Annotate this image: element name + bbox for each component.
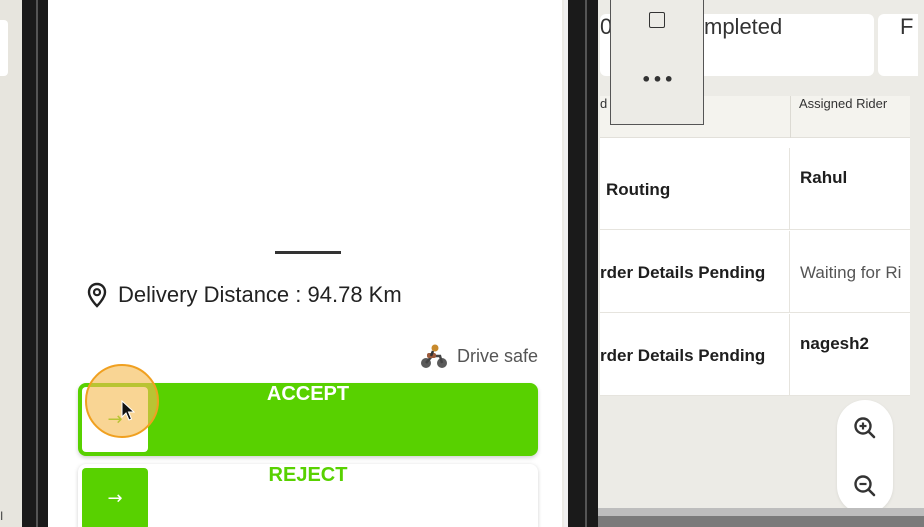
table-row[interactable]: rder Details Pending nagesh2 (600, 314, 910, 396)
reject-button[interactable]: → REJECT (78, 464, 538, 527)
bezel-edge (564, 0, 568, 527)
header-divider (790, 96, 791, 138)
zoom-out-icon (854, 475, 876, 497)
rider-icon (420, 344, 447, 368)
cursor-icon (121, 400, 135, 421)
rider-name: Waiting for Ri (800, 263, 902, 282)
orders-table: d Assigned Rider Routing Rahul rder Deta… (600, 96, 910, 396)
table-row[interactable]: rder Details Pending Waiting for Ri (600, 231, 910, 313)
status-text: Routing (606, 180, 671, 199)
bottom-scrollbar[interactable] (598, 508, 924, 527)
tab-next[interactable]: F (878, 14, 918, 76)
phone-screen: Delivery Distance : 94.78 Km Drive safe … (48, 0, 562, 527)
delivery-distance-text: Delivery Distance : 94.78 Km (118, 282, 402, 307)
more-dots-icon[interactable]: ••• (611, 70, 705, 89)
screen: I Delivery Distance : 94.78 Km Drive saf… (0, 0, 924, 527)
left-background-panel: I (0, 0, 22, 527)
drag-handle[interactable] (275, 251, 341, 254)
status-cell: Routing (600, 148, 790, 230)
column-header-assigned-rider: Assigned Rider (799, 96, 888, 111)
drive-safe-note: Drive safe (419, 343, 538, 369)
checkbox-square-icon[interactable] (649, 12, 665, 28)
left-tiny-text: I (0, 509, 4, 523)
tab-next-label: F (900, 14, 914, 39)
zoom-controls (837, 400, 893, 514)
phone-bezel-right (564, 0, 598, 527)
table-row[interactable]: Routing Rahul (600, 148, 910, 230)
bezel-highlight (36, 0, 38, 527)
zoom-in-icon (854, 417, 876, 439)
phone-bezel-left (22, 0, 48, 527)
status-text: rder Details Pending (600, 263, 766, 282)
scrollbar-track (598, 508, 924, 516)
bezel-highlight-right (585, 0, 587, 527)
reject-label: REJECT (268, 464, 348, 486)
column-header-status: d (600, 96, 608, 111)
delivery-distance-row: Delivery Distance : 94.78 Km (86, 282, 402, 308)
zoom-in-button[interactable] (837, 400, 893, 456)
rider-name: Rahul (800, 168, 848, 187)
rider-name: nagesh2 (800, 334, 869, 353)
location-pin-icon (87, 282, 107, 308)
tab-completed[interactable]: mpleted (704, 14, 782, 76)
status-cell: rder Details Pending (600, 231, 790, 313)
context-menu-popup: ••• (610, 0, 704, 125)
left-tab-edge (0, 20, 8, 76)
status-cell: rder Details Pending (600, 314, 790, 396)
zoom-out-button[interactable] (837, 458, 893, 514)
drive-safe-text: Drive safe (456, 345, 538, 366)
status-text: rder Details Pending (600, 346, 766, 365)
